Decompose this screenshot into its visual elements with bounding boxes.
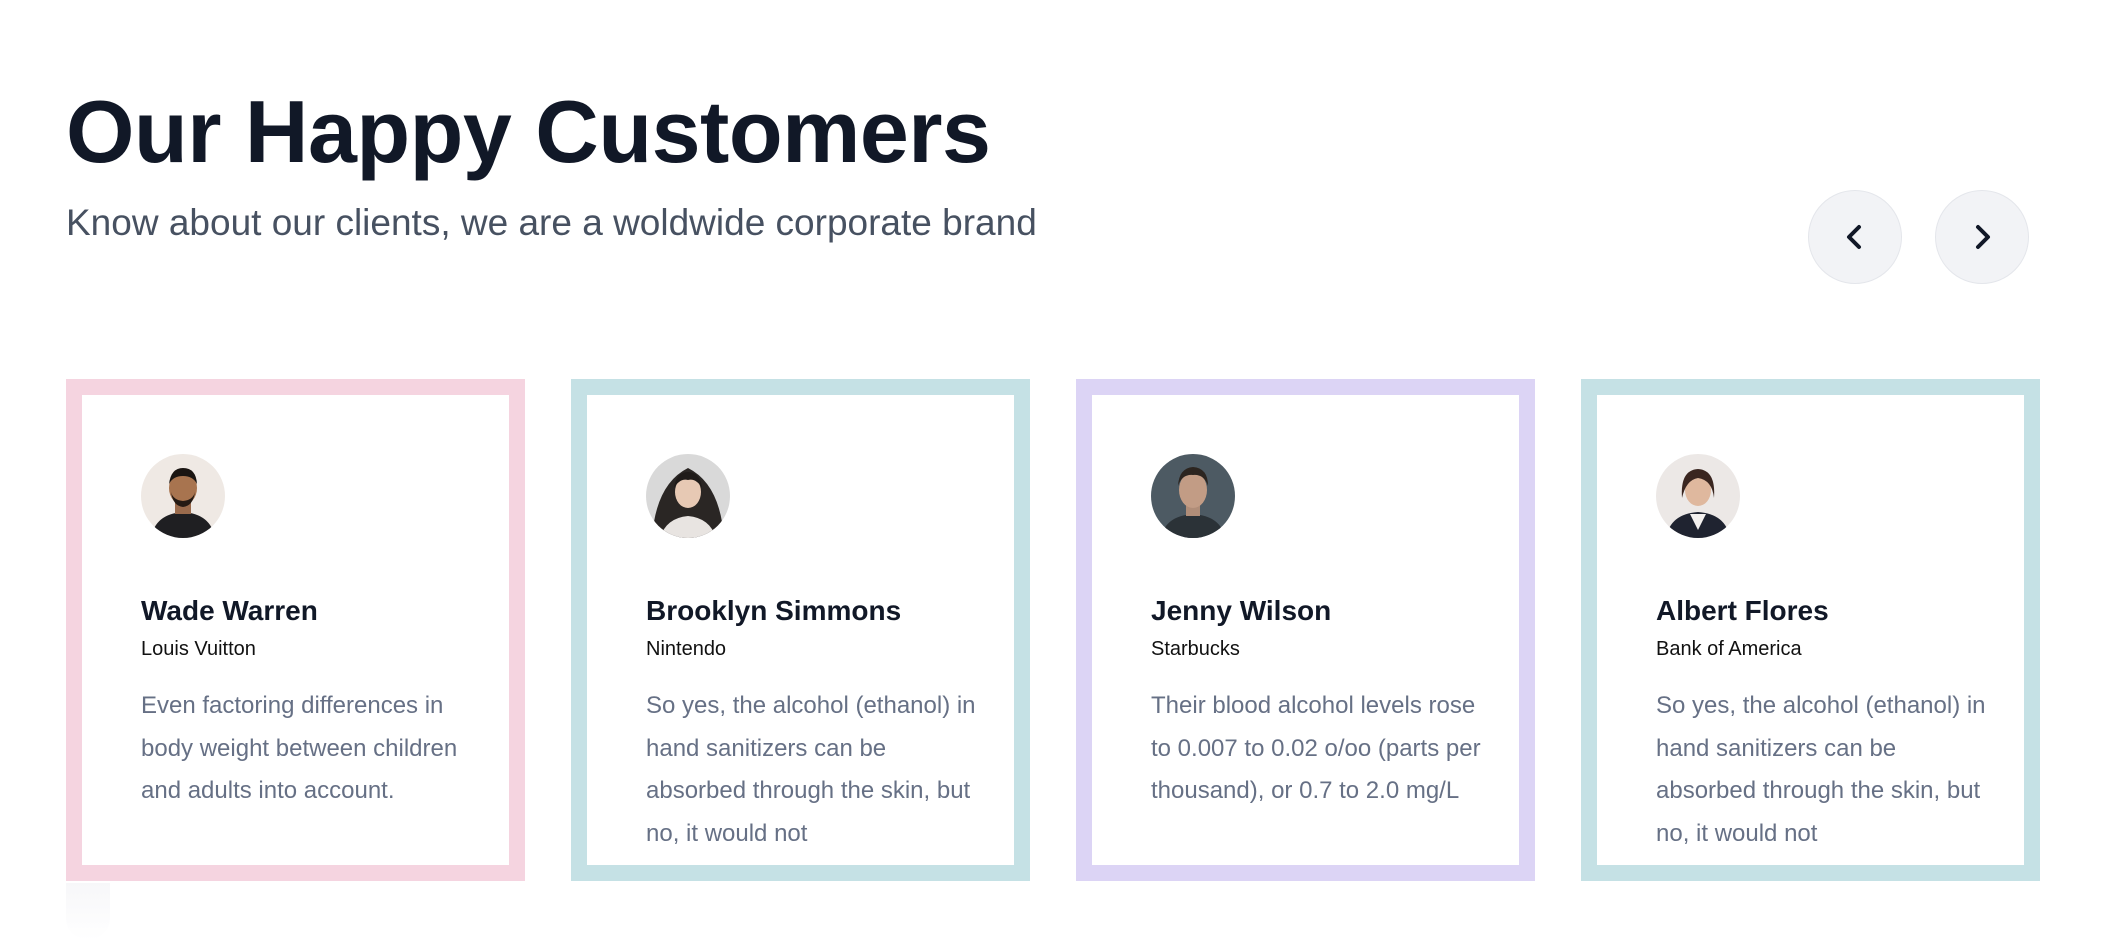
customer-name: Jenny Wilson [1151,595,1332,626]
avatar [141,454,225,538]
testimonial-card: Jenny Wilson Starbucks Their blood alcoh… [1076,379,1535,881]
testimonial-card: Brooklyn Simmons Nintendo So yes, the al… [571,379,1030,881]
chevron-right-icon [1976,225,1990,249]
customer-company: Bank of America [1656,638,1802,660]
customer-name: Wade Warren [141,595,318,626]
section-title: Our Happy Customers [66,82,991,181]
avatar [1656,454,1740,538]
testimonial-card: Albert Flores Bank of America So yes, th… [1581,379,2040,881]
chevron-left-icon [1847,225,1861,249]
customer-quote: Their blood alcohol levels rose to 0.007… [1151,692,1481,804]
customer-name: Albert Flores [1656,595,1829,626]
section-subtitle: Know about our clients, we are a woldwid… [66,202,1037,243]
customer-quote: So yes, the alcohol (ethanol) in hand sa… [1656,692,1986,847]
next-button[interactable] [1935,190,2029,284]
testimonial-card: Wade Warren Louis Vuitton Even factoring… [66,379,525,881]
avatar [1151,454,1235,538]
customer-quote: So yes, the alcohol (ethanol) in hand sa… [646,692,976,847]
avatar [646,454,730,538]
customer-name: Brooklyn Simmons [646,595,902,626]
customer-quote: Even factoring differences in body weigh… [141,692,458,804]
decorative-shape [66,883,110,940]
testimonials-section: Our Happy Customers Know about our clien… [0,0,2124,940]
customer-company: Nintendo [646,638,727,660]
customer-company: Louis Vuitton [141,638,256,660]
customer-company: Starbucks [1151,638,1240,660]
previous-button[interactable] [1808,190,1902,284]
